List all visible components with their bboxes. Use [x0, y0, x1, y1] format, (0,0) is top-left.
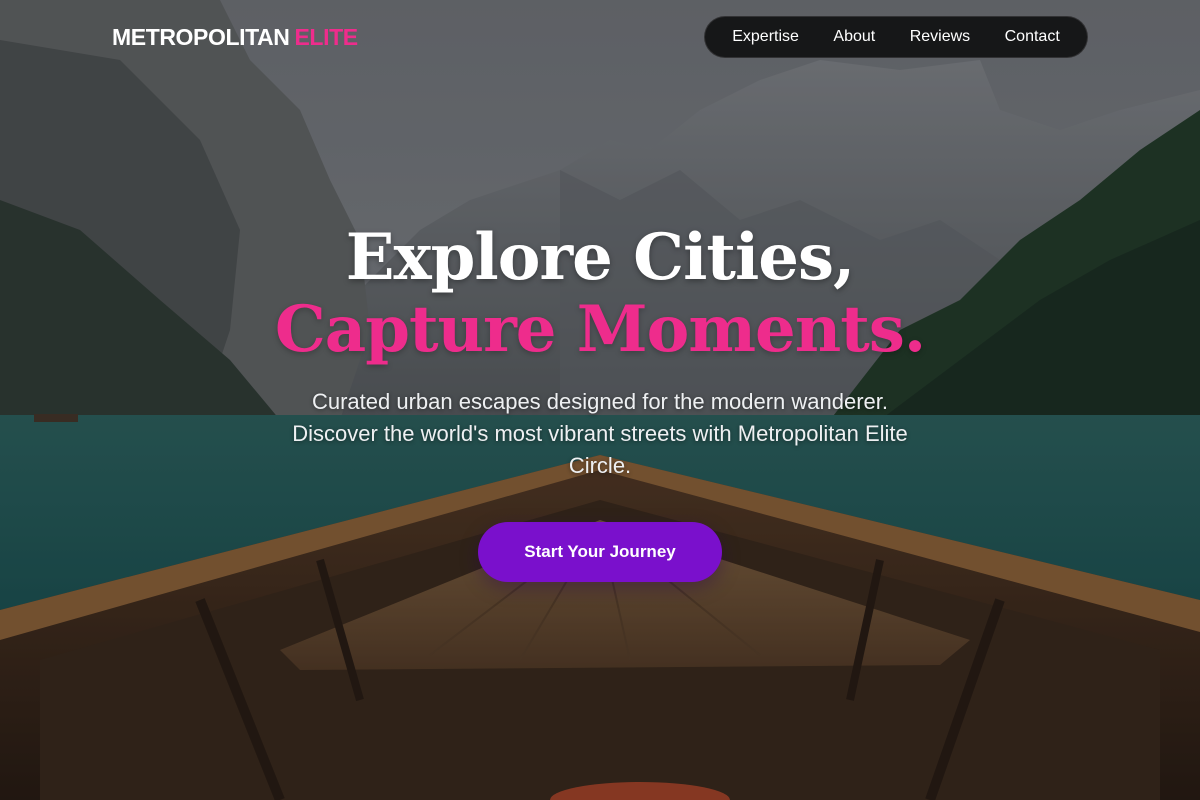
nav-item-reviews[interactable]: Reviews — [904, 24, 976, 50]
nav-item-contact[interactable]: Contact — [999, 24, 1066, 50]
hero-subtitle: Curated urban escapes designed for the m… — [292, 389, 908, 478]
start-journey-button[interactable]: Start Your Journey — [478, 522, 722, 582]
hero-headline: Explore Cities, Capture Moments. — [0, 222, 1200, 366]
nav-item-expertise[interactable]: Expertise — [726, 24, 805, 50]
headline-line-1: Explore Cities, — [345, 220, 856, 295]
headline-line-2: Capture Moments. — [274, 292, 926, 367]
brand-logo[interactable]: METROPOLITAN ELITE — [112, 23, 358, 51]
brand-name-accent: ELITE — [294, 24, 358, 50]
brand-name-main: METROPOLITAN — [112, 24, 290, 50]
main-nav: Expertise About Reviews Contact — [704, 16, 1088, 58]
nav-item-about[interactable]: About — [827, 24, 881, 50]
hero-section: METROPOLITAN ELITE Expertise About Review… — [0, 0, 1200, 800]
